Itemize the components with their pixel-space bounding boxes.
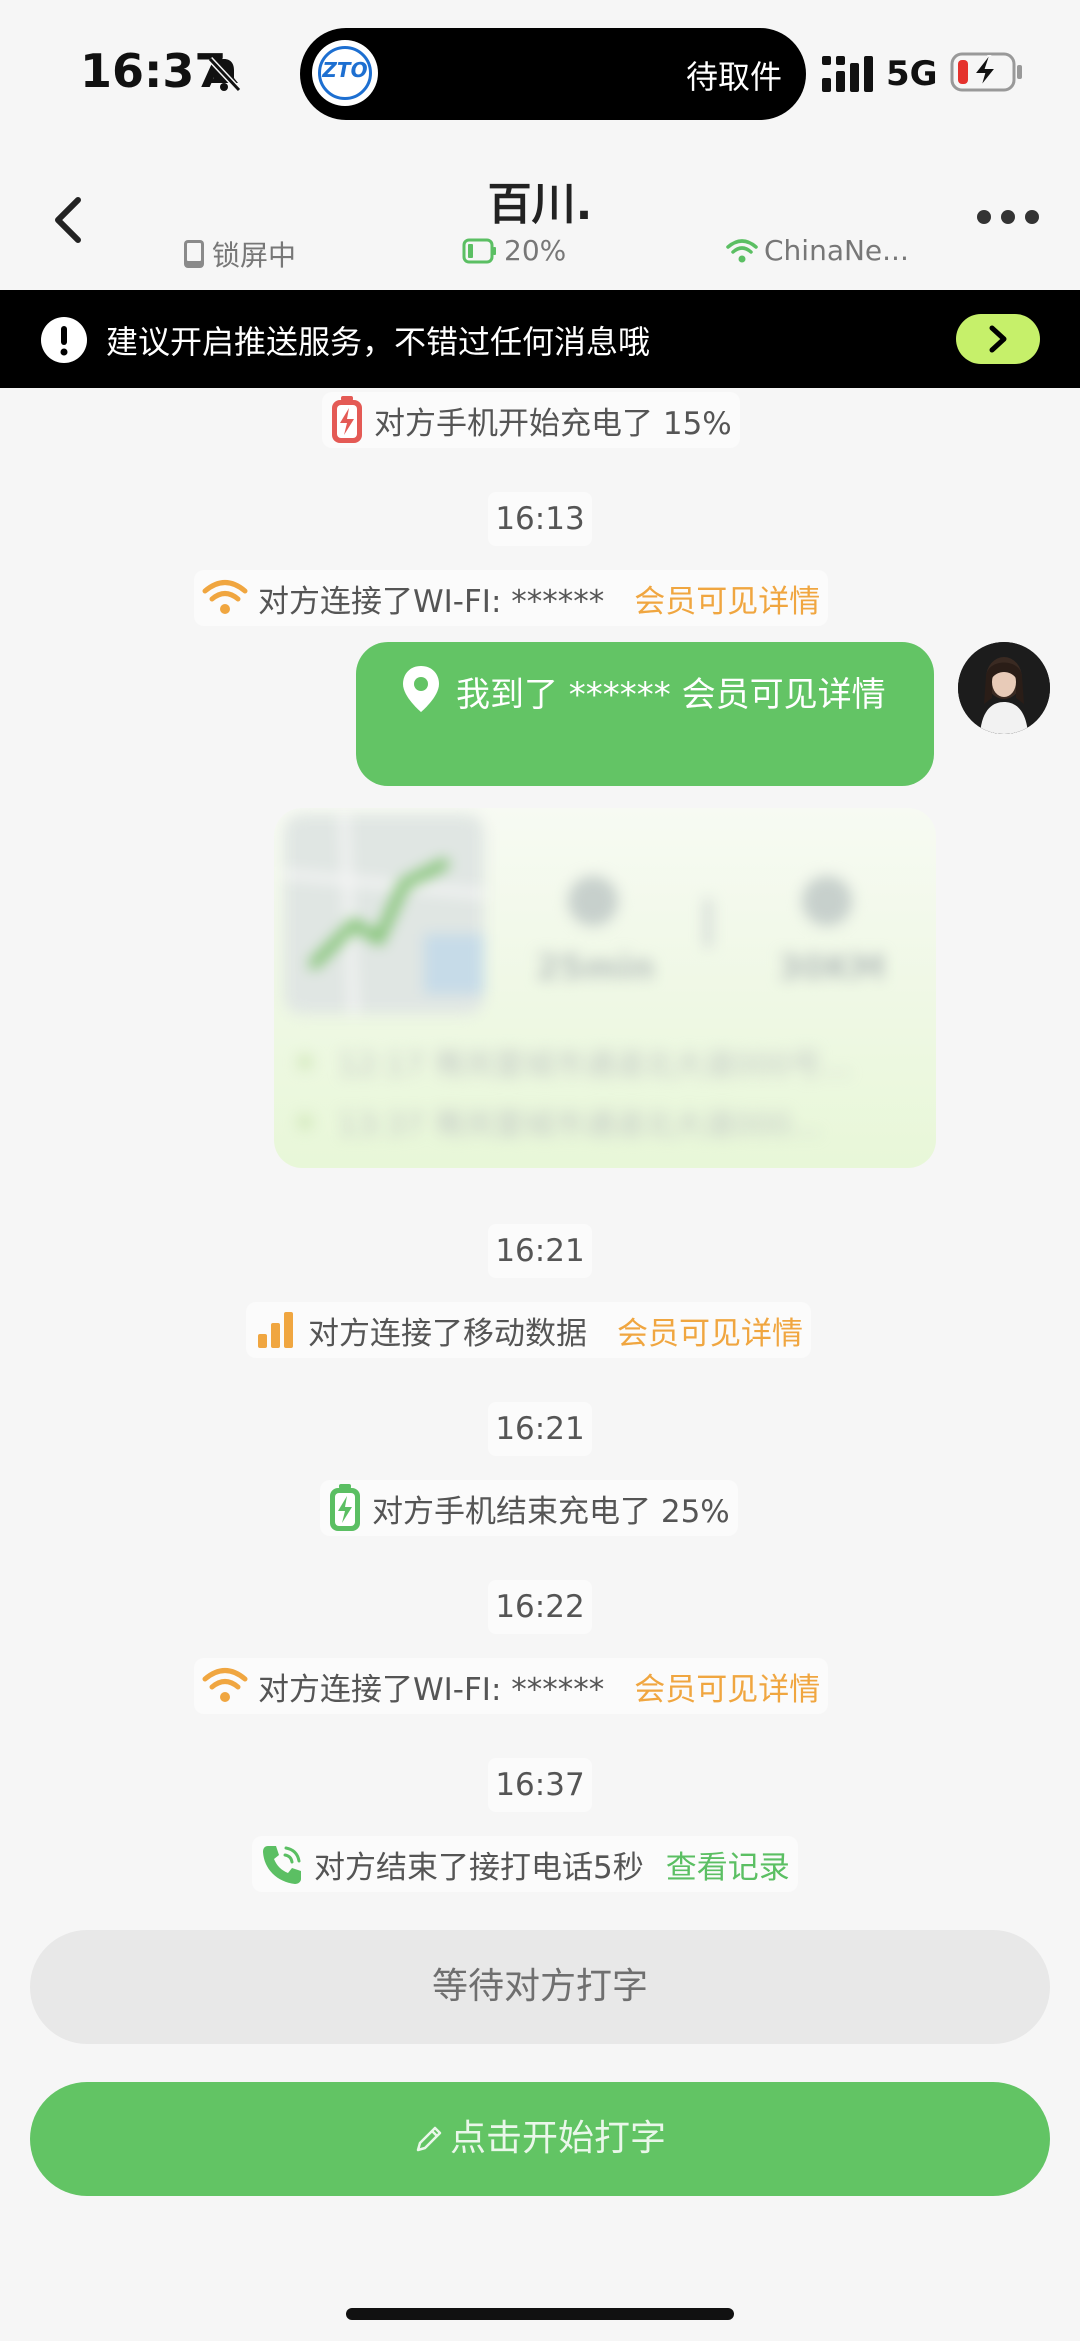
push-notification-banner[interactable]: 建议开启推送服务，不错过任何消息哦 [0, 290, 1080, 388]
mobile-data-event: 对方连接了移动数据 会员可见详情 [246, 1302, 811, 1358]
wifi-event: 对方连接了WI-FI: ****** 会员可见详情 [194, 1658, 829, 1714]
alert-icon [41, 317, 87, 363]
member-details-link[interactable]: 会员可见详情 [634, 1664, 820, 1709]
wifi-icon [202, 578, 248, 618]
zto-logo: ZTO [312, 40, 378, 106]
island-text: 待取件 [685, 58, 782, 96]
network-label: 5G [886, 54, 938, 94]
timestamp: 16:21 [488, 1224, 592, 1278]
bar-chart-icon [254, 1310, 298, 1350]
wifi-name: ChinaNe... [764, 234, 909, 267]
distance-icon [802, 876, 852, 926]
lock-status: 锁屏中 [182, 234, 296, 274]
pencil-icon [416, 2126, 442, 2152]
route-duration: 25min [536, 948, 655, 988]
signal-icon [822, 56, 873, 92]
battery-level: 20% [504, 234, 567, 267]
timestamp: 16:37 [488, 1758, 592, 1812]
chat-header: 百川. 锁屏中 20% ChinaNe... [0, 150, 1080, 290]
route-map [284, 814, 484, 1014]
banner-text: 建议开启推送服务，不错过任何消息哦 [106, 323, 651, 361]
page-title: 百川. [487, 179, 593, 230]
route-row: 13:37 骞岚雷城市通道北大道000… [298, 1102, 821, 1143]
wifi-icon [202, 1666, 248, 1706]
route-distance: 30KM [778, 948, 886, 988]
start-typing-button[interactable]: 点击开始打字 [30, 2082, 1050, 2196]
location-message-bubble[interactable]: 我到了 ****** 会员可见详情 [356, 642, 934, 786]
charge-end-event: 对方手机结束充电了 25% [320, 1480, 738, 1536]
timestamp: 16:21 [488, 1402, 592, 1456]
banner-go-button[interactable] [956, 314, 1040, 364]
duration-icon [568, 876, 618, 926]
bell-slash-icon [207, 56, 242, 93]
route-row: 12:17 骞岚雷城市通道北大道000号… [298, 1042, 851, 1083]
waiting-typing-button[interactable]: 等待对方打字 [30, 1930, 1050, 2044]
route-summary-card[interactable]: 25min 30KM 12:17 骞岚雷城市通道北大道000号… 13:37 骞… [274, 808, 936, 1168]
start-typing-label: 点击开始打字 [449, 2118, 666, 2159]
charge-start-event: 对方手机开始充电了 15% [322, 392, 740, 448]
wifi-status: ChinaNe... [726, 234, 909, 267]
view-record-link[interactable]: 查看记录 [666, 1842, 790, 1887]
wifi-event: 对方连接了WI-FI: ****** 会员可见详情 [194, 570, 829, 626]
status-bar: 16:37 ZTO 待取件 5G [0, 0, 1080, 150]
more-icon[interactable] [972, 202, 1044, 232]
member-details-link[interactable]: 会员可见详情 [617, 1308, 803, 1353]
home-indicator[interactable] [346, 2308, 734, 2320]
member-details-link[interactable]: 会员可见详情 [634, 576, 820, 621]
lock-status-label: 锁屏中 [212, 239, 297, 272]
phone-call-icon [260, 1842, 304, 1886]
chevron-right-icon [989, 325, 1007, 353]
charging-icon [328, 1483, 362, 1533]
timestamp: 16:13 [488, 492, 592, 546]
battery-icon [462, 238, 496, 263]
battery-charging-icon [950, 52, 1022, 92]
avatar[interactable] [958, 642, 1050, 734]
timestamp: 16:22 [488, 1580, 592, 1634]
wifi-icon [726, 238, 758, 262]
charging-icon [330, 395, 364, 445]
dynamic-island[interactable]: ZTO 待取件 [300, 28, 806, 120]
location-message-text: 我到了 ****** 会员可见详情 [456, 675, 886, 715]
back-icon[interactable] [40, 190, 100, 250]
phone-icon [184, 240, 204, 268]
battery-status: 20% [462, 234, 566, 267]
call-event: 对方结束了接打电话5秒 查看记录 [252, 1836, 798, 1892]
